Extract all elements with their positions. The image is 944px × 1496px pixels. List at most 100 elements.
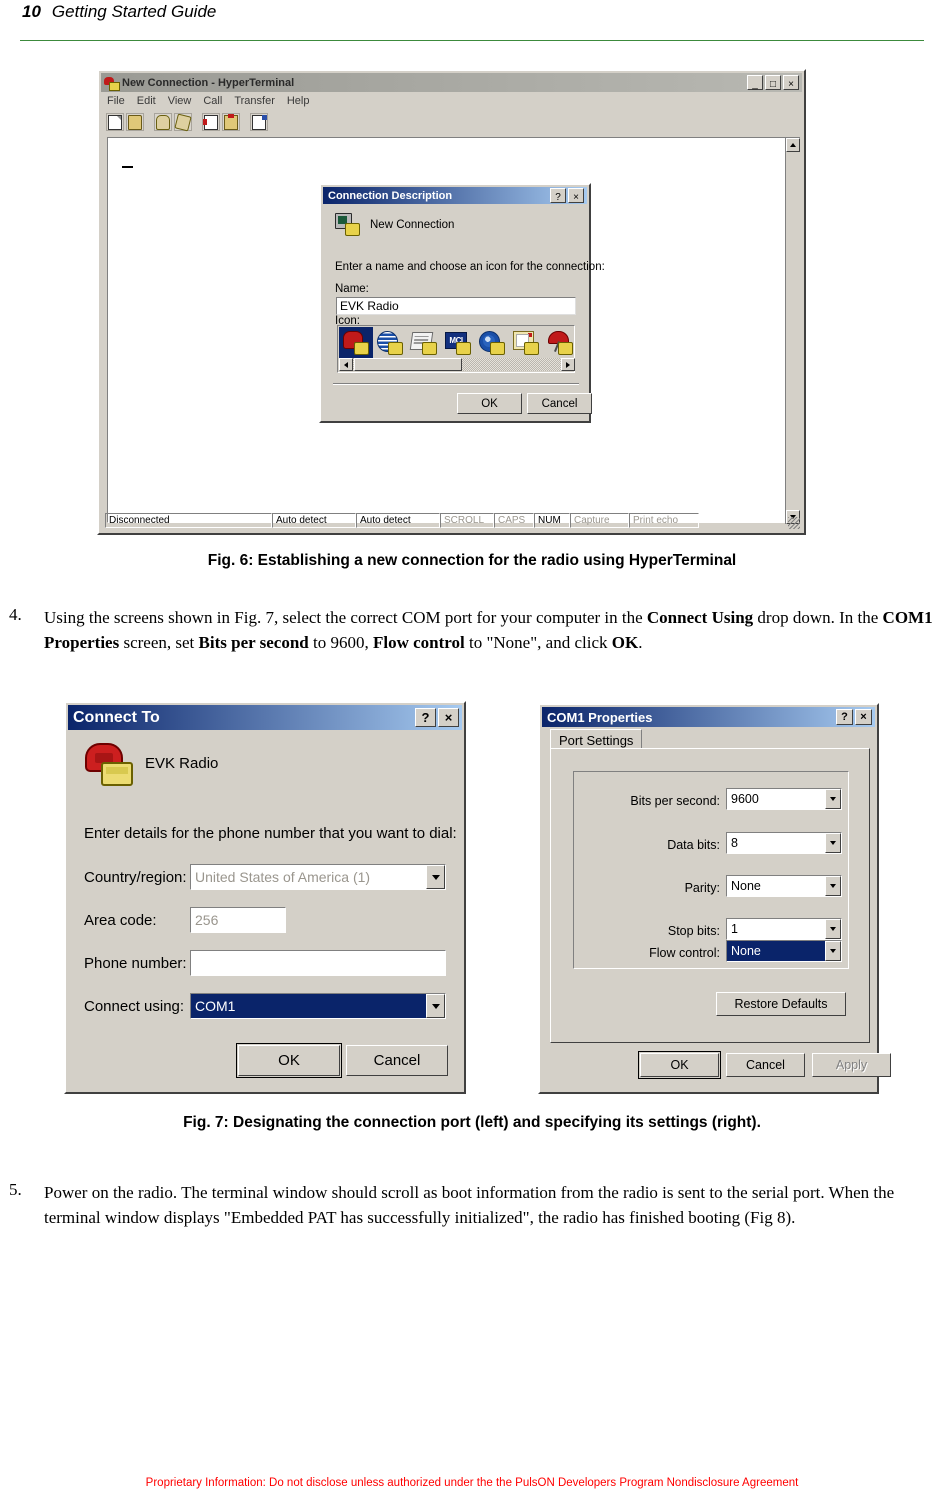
hyperterminal-toolbar: [101, 110, 802, 134]
help-icon[interactable]: ?: [550, 188, 566, 203]
data-bits-label: Data bits:: [667, 838, 720, 852]
scroll-up-icon[interactable]: [786, 138, 800, 152]
icon-list-horizontal-scrollbar[interactable]: [339, 358, 575, 371]
status-capture: Capture: [570, 513, 629, 528]
hyperterminal-titlebar: New Connection - HyperTerminal _ □ ×: [101, 73, 802, 92]
close-icon[interactable]: ×: [855, 709, 872, 725]
disconnect-icon[interactable]: [174, 113, 192, 131]
properties-icon[interactable]: [250, 113, 268, 131]
status-scroll: SCROLL: [440, 513, 494, 528]
computer-connection-icon: [335, 213, 361, 237]
new-connection-label: New Connection: [370, 219, 455, 231]
chevron-down-icon[interactable]: [426, 865, 445, 889]
com1-properties-dialog: COM1 Properties ? × Port Settings Bits p…: [538, 703, 891, 1094]
menu-item-edit[interactable]: Edit: [137, 95, 156, 107]
status-filler: [699, 513, 798, 528]
page-title: Getting Started Guide: [51, 2, 217, 21]
bits-per-second-combobox[interactable]: 9600: [726, 788, 842, 810]
connect-to-cancel-button[interactable]: Cancel: [346, 1045, 448, 1076]
send-file-icon[interactable]: [202, 113, 220, 131]
data-bits-value: 8: [731, 836, 738, 850]
status-connection: Disconnected: [105, 513, 272, 528]
connection-name-input[interactable]: EVK Radio: [336, 297, 576, 315]
connect-using-value: COM1: [195, 998, 236, 1014]
chevron-down-icon[interactable]: [825, 941, 841, 961]
help-icon[interactable]: ?: [836, 709, 853, 725]
menu-item-file[interactable]: File: [107, 95, 125, 107]
chevron-down-icon[interactable]: [825, 833, 841, 853]
status-autodetect-2: Auto detect: [356, 513, 440, 528]
hyperterminal-menubar: File Edit View Call Transfer Help: [101, 92, 802, 110]
menu-item-call[interactable]: Call: [203, 95, 222, 107]
connect-to-title: Connect To: [73, 708, 160, 726]
status-caps: CAPS: [494, 513, 534, 528]
phone-number-input[interactable]: [190, 950, 446, 976]
icon-option-blue-globe[interactable]: [373, 327, 407, 358]
com1-cancel-button[interactable]: Cancel: [726, 1053, 805, 1077]
receive-file-icon[interactable]: [222, 113, 240, 131]
chevron-down-icon[interactable]: [825, 876, 841, 896]
scrollbar-thumb[interactable]: [354, 358, 462, 371]
terminal-vertical-scrollbar[interactable]: [785, 137, 800, 524]
icon-picker-list[interactable]: MCI: [337, 325, 575, 373]
bits-per-second-label: Bits per second:: [630, 794, 720, 808]
scroll-right-icon[interactable]: [561, 358, 575, 371]
close-icon[interactable]: ×: [438, 708, 459, 727]
icon-option-paper-document[interactable]: [407, 327, 441, 358]
close-icon[interactable]: ×: [568, 188, 584, 203]
window-controls: _ □ ×: [747, 75, 800, 90]
connect-to-prompt: Enter details for the phone number that …: [84, 825, 457, 842]
help-icon[interactable]: ?: [415, 708, 436, 727]
call-phone-icon[interactable]: [154, 113, 172, 131]
connect-using-combobox[interactable]: COM1: [190, 993, 446, 1019]
close-icon[interactable]: ×: [783, 75, 799, 90]
flow-control-combobox[interactable]: None: [726, 940, 842, 962]
open-folder-icon[interactable]: [126, 113, 144, 131]
icon-option-mci[interactable]: MCI: [441, 327, 475, 358]
menu-item-help[interactable]: Help: [287, 95, 310, 107]
country-region-value: United States of America (1): [195, 869, 371, 885]
icon-option-notebook[interactable]: [509, 327, 543, 358]
connect-to-ok-button[interactable]: OK: [236, 1043, 342, 1078]
connection-header: EVK Radio: [83, 741, 218, 786]
maximize-icon[interactable]: □: [765, 75, 781, 90]
parity-label: Parity:: [684, 881, 720, 895]
tab-port-settings[interactable]: Port Settings: [550, 729, 643, 750]
step-5-text: Power on the radio. The terminal window …: [44, 1183, 895, 1227]
com1-ok-button[interactable]: OK: [638, 1051, 721, 1079]
chevron-down-icon[interactable]: [426, 994, 445, 1018]
connection-description-titlebar: Connection Description ? ×: [323, 187, 587, 204]
icon-option-red-kite[interactable]: [543, 327, 577, 358]
minimize-icon[interactable]: _: [747, 75, 763, 90]
area-code-label: Area code:: [84, 912, 157, 929]
com1-titlebar: COM1 Properties ? ×: [542, 707, 875, 727]
scroll-left-icon[interactable]: [339, 358, 353, 371]
chevron-down-icon[interactable]: [825, 789, 841, 809]
new-document-icon[interactable]: [106, 113, 124, 131]
restore-defaults-button[interactable]: Restore Defaults: [716, 992, 846, 1016]
data-bits-combobox[interactable]: 8: [726, 832, 842, 854]
icon-option-red-phone[interactable]: [339, 327, 373, 358]
menu-item-view[interactable]: View: [168, 95, 192, 107]
dialog-controls: ? ×: [415, 708, 460, 727]
area-code-input[interactable]: 256: [190, 907, 286, 933]
connection-description-title: Connection Description: [328, 189, 453, 202]
menu-item-transfer[interactable]: Transfer: [234, 95, 275, 107]
hyperterminal-statusbar: Disconnected Auto detect Auto detect SCR…: [105, 513, 798, 528]
chevron-down-icon[interactable]: [825, 919, 841, 939]
icon-option-world-network[interactable]: [475, 327, 509, 358]
hyperterminal-app-icon: [104, 76, 120, 91]
connection-description-ok-button[interactable]: OK: [457, 393, 522, 414]
page-number: 10: [22, 2, 41, 21]
resize-grip[interactable]: [788, 517, 800, 529]
connection-description-cancel-button[interactable]: Cancel: [527, 393, 592, 414]
step-4-text: Using the screens shown in Fig. 7, selec…: [44, 608, 933, 652]
country-region-combobox[interactable]: United States of America (1): [190, 864, 446, 890]
terminal-cursor: [122, 166, 133, 168]
stop-bits-value: 1: [731, 922, 738, 936]
parity-combobox[interactable]: None: [726, 875, 842, 897]
connection-description-dialog: Connection Description ? × New Connectio…: [319, 183, 605, 423]
stop-bits-combobox[interactable]: 1: [726, 918, 842, 940]
country-region-label: Country/region:: [84, 869, 187, 886]
status-print-echo: Print echo: [629, 513, 699, 528]
